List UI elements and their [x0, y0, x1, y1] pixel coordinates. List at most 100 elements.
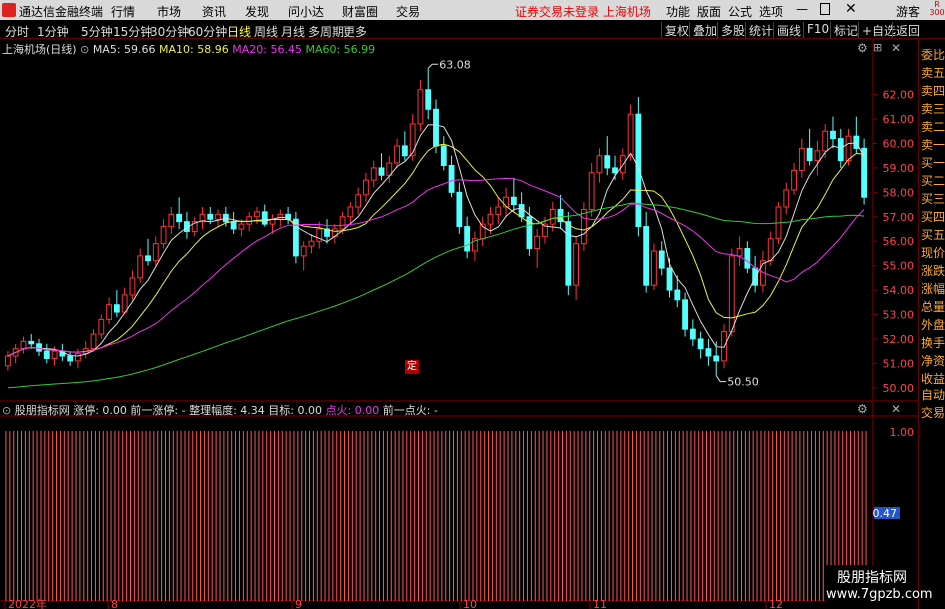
f10-button[interactable]: F10 — [803, 22, 832, 38]
ma10-value: MA10: 58.96 — [159, 43, 229, 56]
candle-body — [845, 135, 852, 162]
gongshi-button[interactable]: 公式 — [728, 3, 752, 20]
tongji-button[interactable]: 统计 — [745, 22, 776, 38]
menu-hangqing[interactable]: 行情 — [111, 3, 135, 20]
candle-body — [28, 340, 35, 345]
prev-dianhuo-value: 前一点火: - — [382, 404, 438, 417]
rp-sell4: 卖四 — [921, 84, 945, 98]
candle-body — [549, 208, 556, 225]
candle-body — [604, 155, 611, 169]
fuquan-button[interactable]: 复权 — [661, 22, 692, 38]
rp-trade[interactable]: 交易 — [921, 406, 945, 421]
rp-sell3: 卖三 — [921, 102, 945, 116]
banmian-button[interactable]: 版面 — [697, 3, 721, 20]
right-quote-panel: 委比 卖五 卖四 卖三 卖二 卖一 买一 买二 买三 买四 买五 现价 涨跌 涨… — [918, 40, 945, 609]
period-1min[interactable]: 1分钟 — [37, 23, 69, 40]
menu-caifuquan[interactable]: 财富圈 — [342, 3, 378, 20]
menu-zixun[interactable]: 资讯 — [202, 3, 226, 20]
period-30min[interactable]: 30分钟 — [150, 23, 189, 40]
rp-buy5: 买五 — [921, 228, 945, 242]
indicator-name[interactable]: 股朋指标网 — [15, 404, 70, 417]
candle-body — [744, 248, 751, 269]
menu-bar: 通达信金融终端 行情 市场 资讯 发现 问小达 财富圈 交易 证券交易未登录 上… — [0, 0, 945, 20]
candle-body — [565, 221, 572, 286]
candle-body — [448, 164, 455, 193]
candle-body — [534, 235, 541, 250]
ma60-value: MA60: 56.99 — [305, 43, 376, 56]
candle-body — [767, 238, 774, 262]
menu-shichang[interactable]: 市场 — [157, 3, 181, 20]
dianhuo-value: 0.00 — [354, 404, 380, 417]
close-panel-icon[interactable]: ✕ — [891, 41, 901, 55]
candle-body — [635, 113, 642, 228]
price-tick-label: 62.00 — [883, 89, 915, 102]
biaoji-button[interactable]: 标记 — [830, 22, 861, 38]
rp-auto[interactable]: 自动 — [921, 388, 945, 403]
candle-body — [510, 196, 517, 206]
close-icon[interactable]: ✕ — [845, 1, 857, 17]
sub-settings-icon[interactable]: ⚙ — [857, 402, 868, 416]
candle-body — [682, 299, 688, 330]
candle-body — [254, 211, 260, 218]
period-multi[interactable]: 多周期 — [308, 23, 344, 40]
rp-buy2: 买二 — [921, 174, 945, 188]
sub-axis-highlight: 0.47 — [873, 507, 898, 520]
candle-body — [277, 213, 284, 220]
settings-icon[interactable]: ⚙ — [857, 41, 868, 55]
gongneng-button[interactable]: 功能 — [666, 3, 690, 20]
login-warning[interactable]: 证券交易未登录 上海机场 — [515, 3, 651, 20]
price-tick-label: 50.00 — [883, 382, 915, 395]
zhengli-value: 整理幅度: 4.34 — [189, 404, 265, 417]
candle-body — [837, 138, 844, 162]
huaxian-button[interactable]: 画线 — [773, 22, 804, 38]
rp-buy1: 买一 — [921, 156, 945, 170]
period-toolbar: 分时 1分钟 5分钟 15分钟 30分钟 60分钟 日线 周线 月线 多周期 更… — [0, 21, 945, 39]
kline-chart[interactable]: 62.00 61.00 60.00 59.00 58.00 57.00 56.00 55.00… — [0, 40, 918, 609]
diejia-button[interactable]: 叠加 — [689, 22, 720, 38]
restore-icon[interactable] — [820, 3, 830, 15]
menu-faxian[interactable]: 发现 — [245, 3, 269, 20]
period-fenshi[interactable]: 分时 — [5, 23, 29, 40]
expand-icon[interactable]: ⊞ — [873, 41, 882, 54]
rp-sell5: 卖五 — [921, 66, 945, 80]
candle-body — [425, 89, 432, 110]
candle-body — [573, 243, 580, 286]
candle-body — [121, 294, 128, 313]
candle-body — [627, 113, 634, 157]
date-label: 2022年 — [8, 597, 47, 609]
minimize-icon[interactable]: — — [796, 2, 808, 16]
fanhui-button[interactable]: 返回 — [892, 22, 923, 38]
candle-body — [666, 267, 673, 291]
price-tick-label: 52.00 — [883, 333, 915, 346]
candle-body — [339, 216, 346, 230]
duogu-button[interactable]: 多股 — [717, 22, 748, 38]
period-daily[interactable]: 日线 — [227, 23, 251, 40]
symbol-label[interactable]: 上海机场(日线) — [2, 43, 77, 56]
candle-body — [596, 155, 603, 174]
rp-sell1: 卖一 — [921, 138, 945, 152]
dropdown-icon[interactable]: ⊙ — [80, 43, 89, 56]
menu-wenxiaoda[interactable]: 问小达 — [288, 3, 324, 20]
rp-netasset: 净资 — [921, 354, 945, 368]
candle-body — [456, 191, 463, 228]
price-tick-label: 55.00 — [883, 260, 915, 273]
period-monthly[interactable]: 月线 — [281, 23, 305, 40]
period-5min[interactable]: 5分钟 — [81, 23, 113, 40]
period-weekly[interactable]: 周线 — [254, 23, 278, 40]
rp-earnings: 收益 — [921, 372, 945, 386]
candle-body — [215, 213, 221, 220]
dianhuo-label: 点火: — [325, 404, 352, 417]
period-60min[interactable]: 60分钟 — [188, 23, 227, 40]
period-more[interactable]: 更多 — [343, 23, 367, 40]
menu-jiaoyi[interactable]: 交易 — [396, 3, 420, 20]
candle-body — [580, 208, 587, 245]
candle-body — [43, 350, 50, 359]
candle-body — [798, 147, 805, 171]
candle-body — [98, 318, 105, 335]
dropdown-icon[interactable]: ⊙ — [2, 404, 11, 417]
candle-body — [830, 130, 836, 140]
sub-close-icon[interactable]: ✕ — [891, 402, 901, 416]
period-15min[interactable]: 15分钟 — [113, 23, 152, 40]
guest-label[interactable]: 游客 — [896, 3, 920, 20]
xuanxiang-button[interactable]: 选项 — [759, 3, 783, 20]
